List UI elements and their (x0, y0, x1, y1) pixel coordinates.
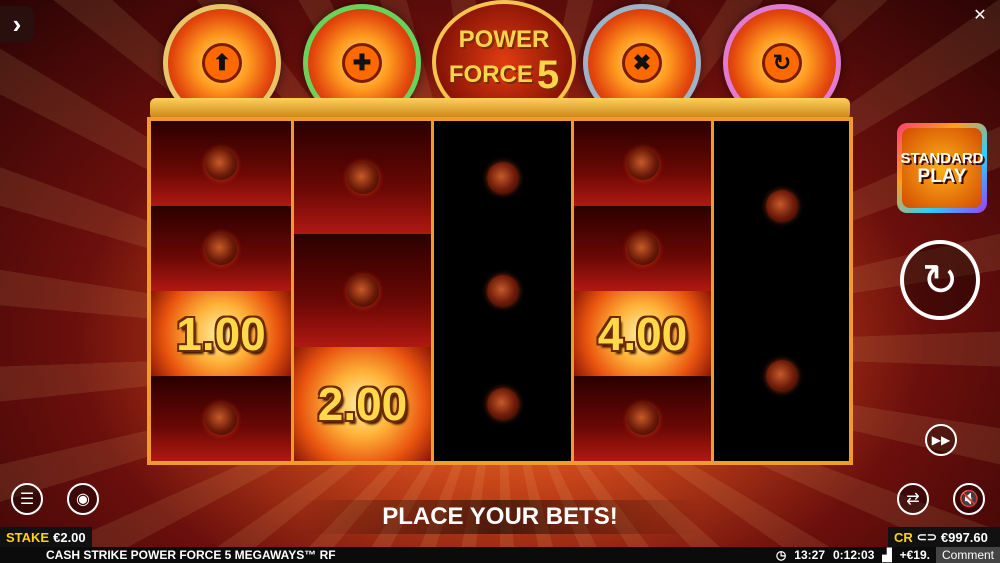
reel-cell (434, 347, 571, 461)
logo-line-1: POWER (458, 25, 550, 53)
orb-icon (486, 161, 519, 194)
reel-cell (151, 206, 291, 291)
spin-button[interactable]: ↻ (900, 240, 980, 320)
footer-bar: CASH STRIKE POWER FORCE 5 MEGAWAYS™ RF ◷… (0, 547, 1000, 563)
arrow-up-icon: ⬆ (202, 43, 242, 83)
orb-icon (205, 147, 237, 180)
reel-cell (714, 121, 849, 291)
standard-play-label-2: PLAY (917, 166, 967, 187)
orb-icon (486, 388, 519, 420)
reel-1: 1.00 (151, 121, 291, 461)
orb-icon (205, 402, 237, 435)
chevron-right-icon[interactable]: › (0, 6, 34, 42)
prize-value: 1.00 (176, 307, 266, 360)
mute-icon: 🔇 (959, 491, 979, 508)
reel-cell (434, 234, 571, 347)
reel-4: 4.00 (571, 121, 711, 461)
orb-icon (626, 147, 659, 180)
standard-play-face: STANDARD PLAY (900, 128, 984, 208)
reel-cell (574, 206, 711, 291)
orb-icon (346, 274, 379, 307)
orb-icon (765, 190, 798, 222)
orb-icon (765, 360, 798, 392)
clock-time: 13:27 (794, 548, 825, 562)
session-time: 0:12:03 (833, 548, 875, 562)
stake-label: STAKE (6, 529, 50, 545)
reel-cell (434, 121, 571, 234)
reel-3 (431, 121, 571, 461)
reel-cell (151, 376, 291, 461)
orb-icon (626, 232, 659, 265)
stake-display: STAKE €2.00 (0, 527, 92, 547)
logo-line-2: FORCE (448, 61, 533, 88)
autoplay-button[interactable]: ⇄ (897, 483, 929, 515)
clock-icon: ◷ (775, 548, 787, 562)
plus-icon: ✚ (342, 43, 382, 83)
bet-button[interactable]: ◉ (67, 483, 99, 515)
credit-display: CR ⊂⊃ €997.60 (888, 527, 1000, 547)
stake-value: €2.00 (53, 529, 86, 545)
prize-value: 2.00 (317, 378, 408, 430)
reel-cell (294, 234, 431, 347)
reel-grid: 1.00 2.00 4.00 (147, 117, 853, 465)
prize-sun: 1.00 (151, 291, 291, 376)
standard-play-button[interactable]: STANDARD PLAY (897, 123, 987, 213)
status-message: PLACE YOUR BETS! (300, 500, 700, 534)
autoplay-icon: ⇄ (906, 491, 920, 508)
reel-cell (574, 376, 711, 461)
coins-icon: ◉ (76, 491, 90, 508)
turbo-button[interactable]: ▶▶ (925, 424, 957, 456)
net-icon: ▟ (882, 548, 892, 562)
game-name: CASH STRIKE POWER FORCE 5 MEGAWAYS™ RF (46, 548, 336, 562)
x-icon: ✖ (622, 43, 662, 83)
orb-icon (205, 232, 237, 265)
reel-cell (151, 121, 291, 206)
orb-icon (486, 274, 519, 307)
close-icon[interactable]: ✕ (970, 6, 990, 26)
comment-button[interactable]: Comment (935, 547, 1000, 563)
reel-5 (711, 121, 849, 461)
link-icon: ⊂⊃ (916, 530, 937, 544)
orb-icon (346, 161, 379, 194)
reel-cell (714, 291, 849, 461)
credit-label: CR (894, 529, 913, 545)
credit-value: €997.60 (940, 529, 988, 545)
net-value: +€19. (899, 548, 930, 562)
orb-icon (626, 402, 659, 435)
prize-value: 4.00 (597, 307, 688, 360)
prize-sun: 2.00 (294, 347, 431, 461)
spin-icon: ↻ (921, 255, 959, 305)
prize-sun: 4.00 (574, 291, 711, 376)
sound-button[interactable]: 🔇 (953, 483, 985, 515)
fast-forward-icon: ▶▶ (931, 433, 951, 447)
hamburger-menu-icon: ☰ (19, 491, 35, 508)
refresh-icon: ↻ (762, 43, 802, 83)
reel-cell (574, 121, 711, 206)
menu-button[interactable]: ☰ (11, 483, 43, 515)
logo-number: 5 (536, 52, 560, 97)
reel-cell (294, 121, 431, 234)
reel-2: 2.00 (291, 121, 431, 461)
